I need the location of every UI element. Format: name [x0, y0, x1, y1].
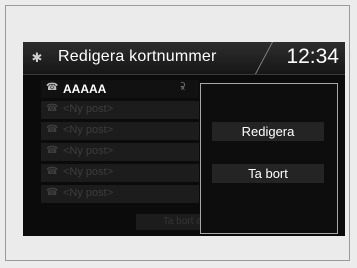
delete-button[interactable]: Ta bort: [212, 164, 324, 183]
list-item-label: <Ny post>: [63, 103, 114, 115]
phone-icon: ☎: [46, 82, 59, 93]
list-item[interactable]: ☎ AAAAA ⫂: [41, 80, 199, 98]
list-item[interactable]: ☎ <Ny post>: [41, 122, 199, 140]
phone-icon: ☎: [46, 124, 59, 135]
list-item[interactable]: ☎ <Ny post>: [41, 164, 199, 182]
page-title: Redigera kortnummer: [58, 48, 217, 65]
context-menu: Redigera Ta bort: [200, 83, 338, 234]
list-item-label: <Ny post>: [63, 145, 114, 157]
list-item-label: <Ny post>: [63, 166, 114, 178]
list-item-label: AAAAA: [63, 82, 107, 96]
phone-icon: ☎: [46, 187, 59, 198]
voice-tag-icon: ⫂: [180, 82, 185, 93]
list-item[interactable]: ☎ <Ny post>: [41, 143, 199, 161]
clock-divider: [254, 42, 273, 74]
header-bar: ✱ Redigera kortnummer 12:34: [23, 42, 345, 75]
list-item[interactable]: ☎ <Ny post>: [41, 101, 199, 119]
phone-icon: ☎: [46, 145, 59, 156]
list-item[interactable]: ☎ <Ny post>: [41, 185, 199, 203]
navigation-screen: ✱ Redigera kortnummer 12:34 ☎ AAAAA ⫂ ☎ …: [23, 42, 345, 236]
phone-icon: ☎: [46, 103, 59, 114]
clock-display: 12:34: [286, 45, 339, 68]
phone-icon: ☎: [46, 166, 59, 177]
speed-dial-list: ☎ AAAAA ⫂ ☎ <Ny post> ☎ <Ny post> ☎ <Ny …: [41, 80, 199, 206]
gear-icon: ✱: [31, 50, 43, 65]
list-item-label: <Ny post>: [63, 124, 114, 136]
list-item-label: <Ny post>: [63, 187, 114, 199]
edit-button[interactable]: Redigera: [212, 122, 324, 141]
